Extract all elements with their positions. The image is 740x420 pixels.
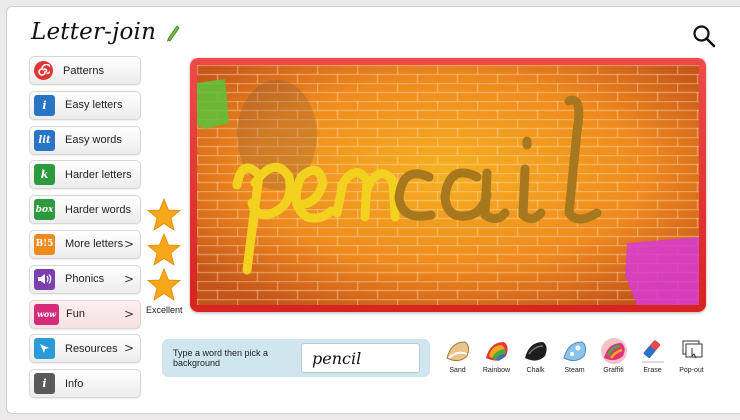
tool-pop-out[interactable]: Pop-out bbox=[672, 336, 711, 374]
spiral-icon bbox=[34, 61, 53, 80]
star-icon bbox=[146, 268, 182, 301]
speaker-icon bbox=[34, 268, 55, 290]
word-lit-icon: lit bbox=[34, 129, 55, 151]
menu-item-label: Info bbox=[65, 377, 84, 390]
rating-label: Excellent bbox=[146, 305, 183, 315]
menu-item-harder-letters[interactable]: k Harder letters bbox=[29, 160, 141, 190]
menu-item-easy-words[interactable]: lit Easy words bbox=[29, 125, 141, 155]
rainbow-icon bbox=[485, 342, 508, 361]
tool-sand[interactable]: Sand bbox=[438, 336, 477, 374]
graffiti-icon bbox=[600, 338, 627, 364]
eraser-icon bbox=[641, 340, 664, 363]
chevron-right-icon: > bbox=[123, 306, 134, 321]
menu-item-fun[interactable]: wow Fun > bbox=[29, 299, 141, 329]
background-toolbar: Sand Rainbow Chalk Steam Graffiti Erase … bbox=[438, 336, 711, 374]
tool-label: Sand bbox=[449, 367, 466, 374]
tool-label: Pop-out bbox=[679, 367, 704, 374]
chalk-icon bbox=[524, 342, 547, 361]
logo[interactable]: Letter-join bbox=[31, 19, 180, 45]
menu-item-easy-letters[interactable]: i Easy letters bbox=[29, 90, 141, 120]
chevron-right-icon: > bbox=[123, 236, 134, 251]
wow-icon: wow bbox=[34, 303, 59, 325]
menu-item-patterns[interactable]: Patterns bbox=[29, 56, 141, 85]
star-rating bbox=[146, 198, 186, 303]
green-splash bbox=[197, 79, 229, 129]
magenta-splash bbox=[625, 237, 699, 305]
search-icon[interactable] bbox=[692, 24, 716, 48]
letter-k-icon: k bbox=[34, 164, 55, 186]
tool-chalk[interactable]: Chalk bbox=[516, 336, 555, 374]
menu-item-label: Fun bbox=[66, 308, 85, 321]
word-input-prompt: Type a word then pick a background bbox=[173, 348, 269, 368]
tool-steam[interactable]: Steam bbox=[555, 336, 594, 374]
steam-icon bbox=[562, 341, 586, 362]
menu-item-label: Patterns bbox=[63, 64, 104, 77]
chevron-right-icon: > bbox=[123, 271, 134, 286]
menu-item-resources[interactable]: Resources > bbox=[29, 334, 141, 364]
star-icon bbox=[146, 198, 182, 231]
letter-i-icon: i bbox=[34, 94, 55, 116]
word-box-icon: box bbox=[34, 199, 55, 221]
info-icon: i bbox=[34, 373, 55, 395]
star-icon bbox=[146, 233, 182, 266]
popout-icon bbox=[682, 340, 702, 359]
menu-item-label: Resources bbox=[65, 342, 118, 355]
cursor-icon bbox=[34, 338, 55, 360]
brick-wall-canvas[interactable] bbox=[197, 65, 699, 305]
menu-item-info[interactable]: i Info bbox=[29, 369, 141, 399]
sidebar-menu: Patterns i Easy letters lit Easy words k… bbox=[29, 56, 141, 404]
more-letters-icon: B!5 bbox=[34, 233, 55, 255]
menu-item-label: Easy letters bbox=[65, 99, 123, 112]
menu-item-more-letters[interactable]: B!5 More letters > bbox=[29, 229, 141, 259]
tool-label: Erase bbox=[643, 367, 662, 374]
word-input-panel: Type a word then pick a background penci… bbox=[162, 339, 430, 377]
tool-rainbow[interactable]: Rainbow bbox=[477, 336, 516, 374]
logo-text: Letter-join bbox=[31, 19, 157, 45]
sand-icon bbox=[445, 341, 469, 362]
word-input[interactable]: pencil bbox=[301, 343, 420, 373]
menu-item-label: More letters bbox=[65, 238, 124, 251]
tool-graffiti[interactable]: Graffiti bbox=[594, 336, 633, 374]
tool-label: Chalk bbox=[526, 367, 545, 374]
chevron-right-icon: > bbox=[123, 341, 134, 356]
tool-erase[interactable]: Erase bbox=[633, 336, 672, 374]
writing-board[interactable] bbox=[190, 58, 706, 312]
menu-item-label: Harder letters bbox=[65, 168, 132, 181]
menu-item-label: Harder words bbox=[65, 203, 132, 216]
pencil-icon bbox=[166, 25, 180, 42]
tool-label: Rainbow bbox=[482, 367, 511, 374]
menu-item-harder-words[interactable]: box Harder words bbox=[29, 195, 141, 225]
tool-label: Graffiti bbox=[603, 367, 624, 374]
tool-label: Steam bbox=[564, 367, 585, 374]
menu-item-label: Easy words bbox=[65, 134, 122, 147]
menu-item-label: Phonics bbox=[65, 273, 105, 286]
menu-item-phonics[interactable]: Phonics > bbox=[29, 264, 141, 294]
